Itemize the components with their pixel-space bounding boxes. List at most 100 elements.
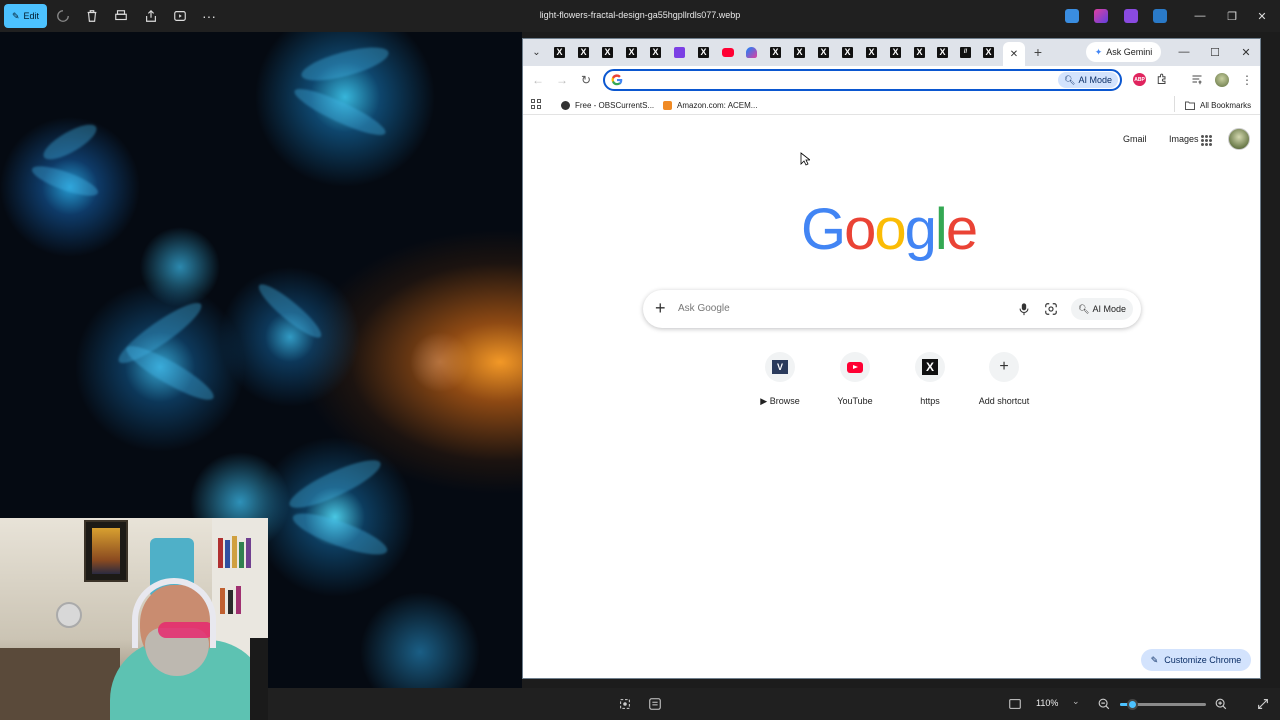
- tab-x[interactable]: X: [980, 44, 997, 61]
- edit-label: Edit: [23, 11, 40, 21]
- reading-list-icon[interactable]: [1191, 73, 1203, 85]
- fullscreen-icon[interactable]: [1256, 697, 1270, 711]
- info-panel-icon[interactable]: [648, 697, 662, 711]
- close-button[interactable]: ✕: [1252, 6, 1272, 26]
- account-avatar[interactable]: [1228, 128, 1250, 150]
- tab-x[interactable]: X: [575, 44, 592, 61]
- google-apps-icon[interactable]: [1201, 135, 1212, 146]
- chrome-close-button[interactable]: ✕: [1235, 42, 1257, 62]
- chrome-minimize-button[interactable]: —: [1173, 42, 1195, 62]
- delete-icon[interactable]: [83, 7, 101, 25]
- tab-x[interactable]: X: [911, 44, 928, 61]
- maximize-button[interactable]: ❐: [1222, 6, 1242, 26]
- mouse-cursor-icon: [800, 152, 810, 166]
- tab-x[interactable]: X: [599, 44, 616, 61]
- google-logo: Google: [801, 197, 978, 262]
- share-icon[interactable]: [142, 7, 160, 25]
- google-lens-icon[interactable]: [1044, 302, 1058, 316]
- print-icon[interactable]: [112, 7, 130, 25]
- new-tab-page: Gmail Images Google + Ask Google 🔍︎ AI M…: [523, 116, 1260, 678]
- rotate-icon[interactable]: [54, 7, 72, 25]
- photo-viewer-toolbar: ✎ Edit ··· light-flowers-fractal-design-…: [0, 0, 1280, 32]
- customize-chrome-label: Customize Chrome: [1164, 655, 1242, 665]
- x-logo-icon: X: [842, 47, 853, 58]
- slideshow-icon[interactable]: [171, 7, 189, 25]
- zoom-slider-thumb[interactable]: [1127, 699, 1139, 710]
- onedrive-icon[interactable]: [1153, 9, 1167, 23]
- tab-x[interactable]: X: [767, 44, 784, 61]
- app-tray-icon-1[interactable]: [1065, 9, 1079, 23]
- tab-x[interactable]: X: [839, 44, 856, 61]
- x-logo-icon: X: [983, 47, 994, 58]
- tab-search-dropdown[interactable]: ⌄: [528, 44, 545, 61]
- add-shortcut-tile[interactable]: + Add shortcut: [967, 352, 1039, 412]
- chrome-maximize-button[interactable]: ☐: [1204, 42, 1226, 62]
- tab-x[interactable]: X: [623, 44, 640, 61]
- gmail-link[interactable]: Gmail: [1123, 134, 1147, 144]
- chrome-toolbar: ← → ↻ 🔍︎ AI Mode ABP ⋮: [523, 66, 1260, 93]
- zoom-slider[interactable]: [1120, 699, 1206, 710]
- shortcut-tile[interactable]: X https: [893, 352, 965, 412]
- zoom-level[interactable]: 110%: [1036, 698, 1058, 708]
- forward-button[interactable]: →: [554, 72, 570, 88]
- tab-youtube[interactable]: [719, 44, 736, 61]
- more-options-icon[interactable]: ···: [200, 7, 218, 25]
- tab-grok[interactable]: //: [957, 44, 974, 61]
- tab-purple-app[interactable]: [671, 44, 688, 61]
- actual-size-icon[interactable]: [1008, 697, 1022, 711]
- microphone-icon[interactable]: [1017, 302, 1031, 316]
- close-tab-icon[interactable]: ✕: [1010, 49, 1018, 60]
- all-bookmarks-button[interactable]: All Bookmarks: [1185, 98, 1251, 112]
- bookmark-item[interactable]: Free - OBSCurrentS...: [561, 98, 654, 112]
- adblock-extension-icon[interactable]: ABP: [1133, 73, 1146, 86]
- tab-x[interactable]: X: [551, 44, 568, 61]
- apps-icon[interactable]: [531, 99, 541, 109]
- extensions-puzzle-icon[interactable]: [1156, 73, 1168, 85]
- tab-x[interactable]: X: [815, 44, 832, 61]
- customize-chrome-button[interactable]: ✎ Customize Chrome: [1141, 649, 1251, 671]
- bookmark-label: Amazon.com: ACEM...: [677, 100, 758, 110]
- zoom-out-icon[interactable]: [1097, 697, 1111, 711]
- ai-mode-button[interactable]: 🔍︎ AI Mode: [1071, 298, 1133, 320]
- bookmark-item[interactable]: Amazon.com: ACEM...: [663, 98, 757, 112]
- zoom-in-icon[interactable]: [1214, 697, 1228, 711]
- google-search-box[interactable]: + Ask Google 🔍︎ AI Mode: [643, 290, 1141, 328]
- app-tray-icon-2[interactable]: [1094, 9, 1108, 23]
- images-link[interactable]: Images: [1169, 134, 1199, 144]
- tab-x[interactable]: X: [934, 44, 951, 61]
- x-logo-icon: X: [937, 47, 948, 58]
- app-tray-icon-3[interactable]: [1124, 9, 1138, 23]
- profile-avatar[interactable]: [1215, 73, 1229, 87]
- chrome-menu-icon[interactable]: ⋮: [1239, 72, 1255, 88]
- wall-painting: [84, 520, 128, 582]
- omnibox[interactable]: 🔍︎ AI Mode: [603, 69, 1122, 91]
- webcam-overlay: [0, 518, 268, 720]
- omnibox-ai-mode-button[interactable]: 🔍︎ AI Mode: [1058, 72, 1118, 88]
- tab-x[interactable]: X: [863, 44, 880, 61]
- tab-active-new-tab[interactable]: ✕: [1003, 42, 1025, 66]
- fit-icon[interactable]: [618, 697, 632, 711]
- tab-x[interactable]: X: [695, 44, 712, 61]
- reload-button[interactable]: ↻: [578, 72, 594, 88]
- back-button[interactable]: ←: [530, 72, 546, 88]
- shortcut-tile[interactable]: V ▶ Browse: [743, 352, 815, 412]
- ai-search-icon: 🔍︎: [1078, 303, 1090, 314]
- youtube-icon: [721, 48, 734, 57]
- ask-gemini-button[interactable]: ✦ Ask Gemini: [1086, 42, 1161, 62]
- edit-button[interactable]: ✎ Edit: [4, 4, 47, 28]
- tab-butterfly[interactable]: [743, 44, 760, 61]
- pencil-icon: ✎: [1150, 654, 1159, 665]
- add-attachment-icon[interactable]: +: [655, 299, 666, 317]
- tab-x[interactable]: X: [647, 44, 664, 61]
- bookmarks-bar: Free - OBSCurrentS... Amazon.com: ACEM..…: [523, 94, 1260, 115]
- chevron-down-icon[interactable]: ⌄: [1072, 696, 1080, 707]
- bookmark-label: Free - OBSCurrentS...: [575, 100, 655, 110]
- ai-mode-label: AI Mode: [1092, 304, 1126, 314]
- x-logo-icon: X: [866, 47, 877, 58]
- amazon-icon: [663, 100, 672, 110]
- new-tab-button[interactable]: +: [1029, 43, 1047, 61]
- tab-x[interactable]: X: [887, 44, 904, 61]
- minimize-button[interactable]: —: [1190, 6, 1210, 26]
- tab-x[interactable]: X: [791, 44, 808, 61]
- shortcut-tile[interactable]: YouTube: [818, 352, 890, 412]
